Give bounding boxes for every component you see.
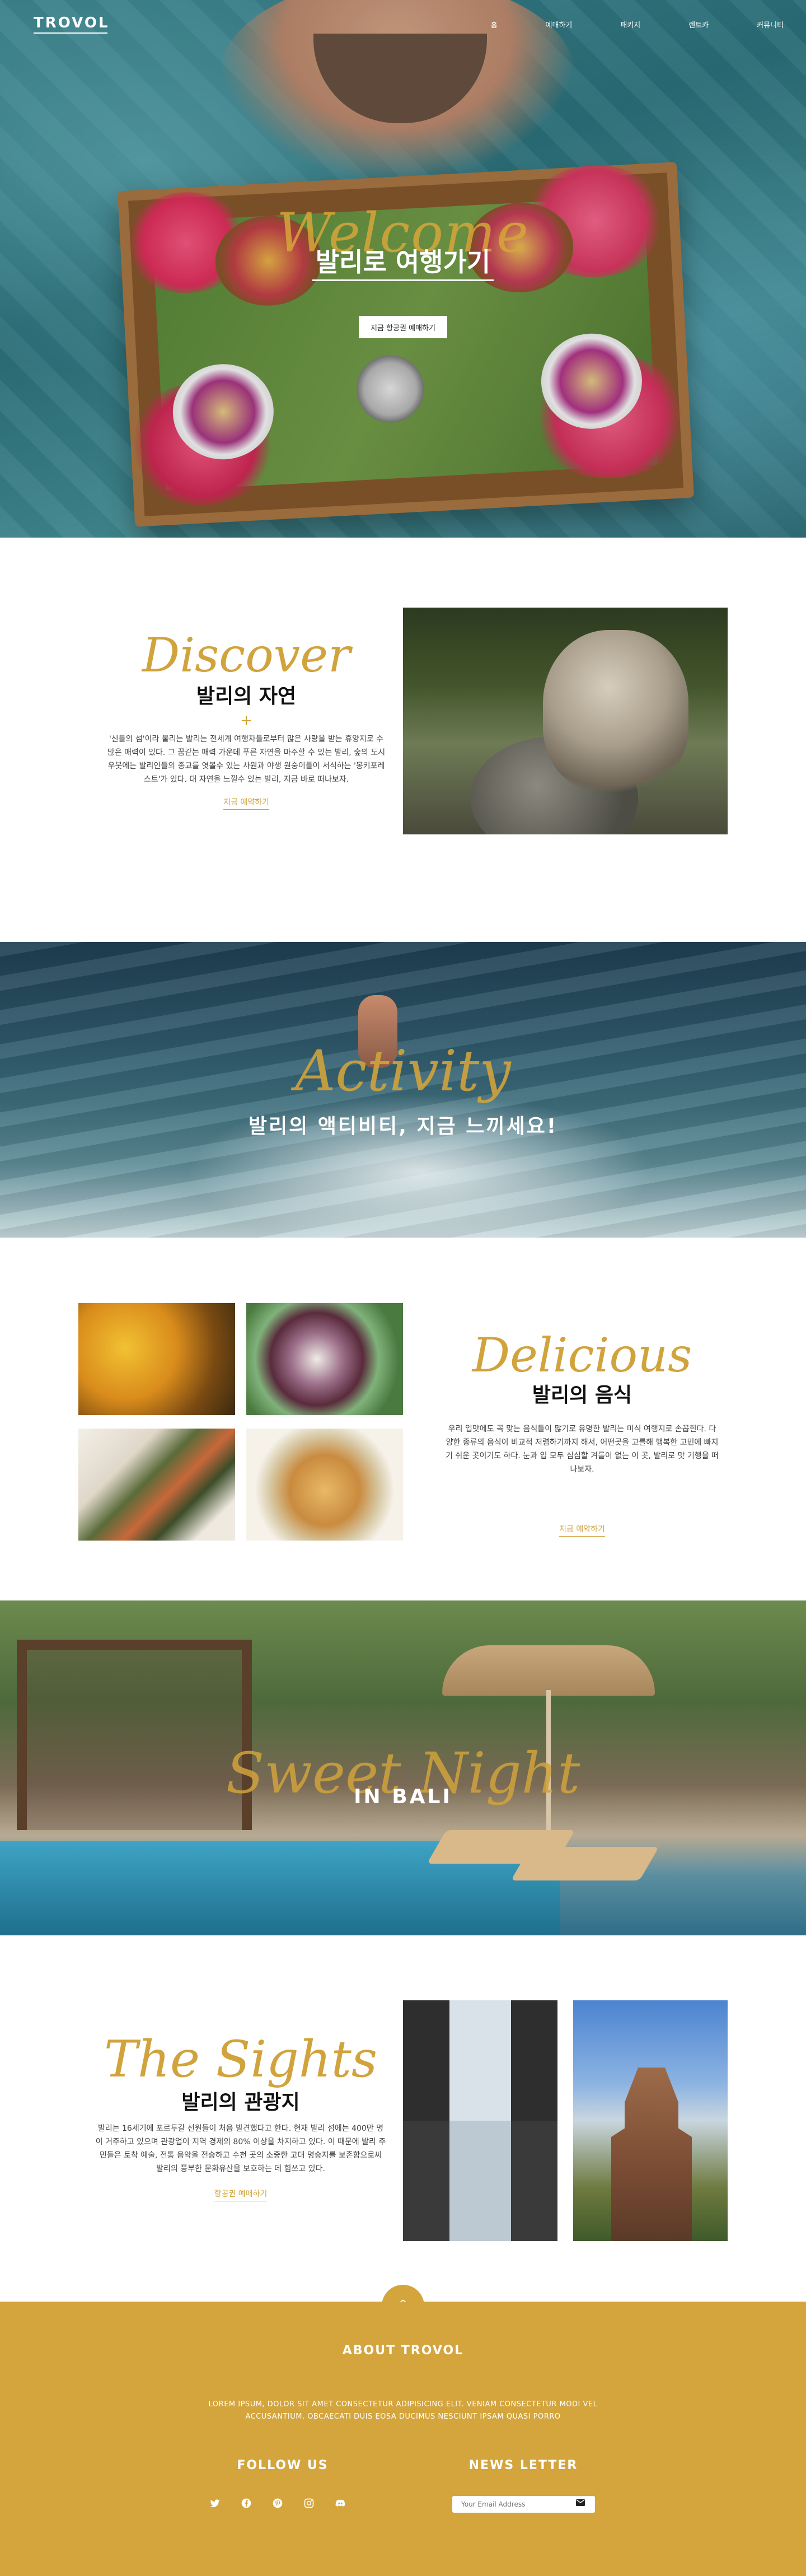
sights-script-heading: The Sights (104, 2030, 378, 2089)
newsletter-email-input[interactable] (461, 2498, 573, 2510)
discover-text-block: Discover 발리의 자연 + '신들의 섬'이라 불리는 발리는 전세계 … (106, 627, 386, 810)
sights-title: 발리의 관광지 (181, 2091, 300, 2114)
main-nav: 홈 예매하기 패키지 렌트카 커뮤니티 (443, 19, 784, 30)
shrine-image (611, 2068, 692, 2241)
discover-description: '신들의 섬'이라 불리는 발리는 전세계 여행자들로부터 많은 사랑을 받는 … (107, 735, 386, 784)
temple-gate-photo (403, 2000, 557, 2241)
temple-shrine-photo (573, 2000, 728, 2241)
delicious-text-block: Delicious 발리의 음식 우리 입맛에도 꼭 맞는 음식들이 많기로 유… (445, 1327, 719, 1537)
discover-title: 발리의 자연 (196, 685, 297, 708)
about-title: ABOUT TROVOL (342, 2344, 464, 2358)
nav-item-home[interactable]: 홈 (491, 19, 498, 30)
monkey-image (543, 630, 688, 792)
umbrella-image (442, 1645, 655, 1696)
instagram-icon[interactable] (302, 2498, 316, 2511)
send-mail-icon[interactable] (575, 2498, 586, 2510)
nav-item-package[interactable]: 패키지 (620, 19, 640, 30)
monkey-photo (403, 608, 728, 834)
activity-banner: Activity 발리의 액티비티, 지금 느끼세요! (0, 942, 806, 1238)
twitter-icon[interactable] (208, 2498, 222, 2511)
starfruit-photo (78, 1303, 235, 1415)
discover-book-link[interactable]: 지금 예약하기 (223, 796, 269, 810)
hero-section: TROVOL 홈 예매하기 패키지 렌트카 커뮤니티 Welcome 발리로 여… (0, 0, 806, 538)
newsletter-title: NEWS LETTER (468, 2458, 578, 2472)
fried-noodle-photo (246, 1429, 403, 1541)
delicious-book-link[interactable]: 지금 예약하기 (559, 1523, 605, 1537)
sweet-night-banner: Sweet Night IN BALI (0, 1600, 806, 1935)
book-flight-button[interactable]: 지금 항공권 예매하기 (359, 316, 447, 338)
activity-title: 발리의 액티비티, 지금 느끼세요! (248, 1115, 558, 1138)
night-title: IN BALI (354, 1785, 452, 1808)
hero-title-text: 발리로 여행가기 (312, 247, 494, 281)
nav-item-rentcar[interactable]: 렌트카 (688, 19, 709, 30)
delicious-script-heading: Delicious (472, 1328, 692, 1383)
sights-description: 발리는 16세기에 포르투갈 선원들이 처음 발견했다고 한다. 현재 발리 섬… (95, 2124, 386, 2173)
reflection-image (403, 2121, 557, 2241)
sights-text-block: The Sights 발리의 관광지 발리는 16세기에 포르투갈 선원들이 처… (95, 2030, 386, 2201)
nav-item-community[interactable]: 커뮤니티 (757, 19, 784, 30)
social-links (208, 2498, 365, 2511)
activity-script-heading: Activity (295, 1038, 511, 1104)
plus-icon: + (240, 712, 252, 729)
facebook-icon[interactable] (240, 2498, 253, 2511)
about-text: LOREM IPSUM, DOLOR SIT AMET CONSECTETUR … (208, 2400, 598, 2421)
site-footer: ABOUT TROVOL LOREM IPSUM, DOLOR SIT AMET… (0, 2302, 806, 2576)
lounger-image (510, 1847, 659, 1880)
delicious-description: 우리 입맛에도 꼭 맞는 음식들이 많기로 유명한 발리는 미식 여행지로 손꼽… (446, 1425, 719, 1474)
hero-title: 발리로 여행가기 (0, 242, 806, 281)
site-logo[interactable]: TROVOL (34, 15, 110, 34)
newsletter-form (452, 2496, 595, 2513)
discord-icon[interactable] (334, 2498, 347, 2511)
mangosteen-photo (246, 1303, 403, 1415)
sights-book-link[interactable]: 항공권 예매하기 (214, 2188, 268, 2201)
nav-item-booking[interactable]: 예매하기 (546, 19, 573, 30)
grilled-fish-photo (78, 1429, 235, 1541)
follow-title: FOLLOW US (237, 2458, 329, 2472)
pinterest-icon[interactable] (271, 2498, 284, 2511)
discover-script-heading: Discover (142, 628, 351, 683)
